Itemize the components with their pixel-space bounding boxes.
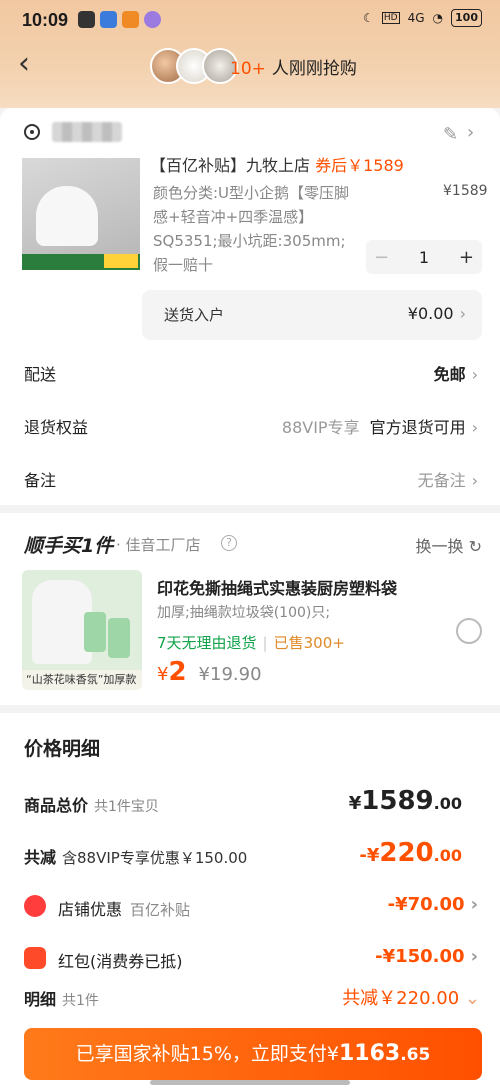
addon-item-sku: 加厚;抽绳款垃圾袋(100)只; — [157, 605, 331, 621]
redpack-label: 红包(消费券已抵) — [58, 952, 183, 971]
home-indicator[interactable] — [150, 1080, 350, 1085]
total-label: 商品总价 共1件宝贝 — [24, 796, 159, 815]
delivery-value: ¥0.00 › — [407, 304, 466, 323]
wifi-icon: ◔ — [432, 11, 444, 25]
roll-graphic — [84, 612, 106, 652]
edit-address-icon[interactable]: ✎ — [443, 124, 458, 145]
notification-icon — [78, 11, 95, 28]
back-arrow-icon[interactable]: ‹ — [18, 49, 30, 79]
shop-coupon-icon — [24, 895, 46, 917]
sold-tag: 已售300+ — [273, 634, 345, 652]
detail-row[interactable]: 明细 共1件 共减￥220.00 ⌄ — [0, 984, 500, 1012]
addon-select-radio[interactable] — [456, 618, 482, 644]
chevron-right-icon: › — [470, 946, 478, 967]
buying-text: 人刚刚抢购 — [271, 59, 357, 79]
chevron-right-icon: › — [459, 304, 466, 323]
status-time: 10:09 — [22, 10, 69, 30]
shipping-value: 免邮 › — [433, 365, 478, 384]
quantity-stepper: − 1 + — [366, 240, 482, 274]
addon-title: 顺手买1件 — [24, 535, 114, 557]
vip-badge: 88VIP专享 — [281, 418, 360, 437]
addon-shop[interactable]: · 佳音工厂店 — [116, 534, 201, 555]
redpack-row[interactable]: 红包(消费券已抵) -¥150.00 › — [0, 944, 500, 974]
product-title-text: 【百亿补贴】九牧上店 — [150, 156, 311, 175]
return-tag: 7天无理由退货 — [157, 634, 257, 652]
addon-price: ¥2 ¥19.90 — [157, 657, 262, 687]
chevron-right-icon: › — [471, 365, 478, 384]
returns-row[interactable]: 退货权益 88VIP专享 官方退货可用 › — [0, 411, 500, 441]
video-app-icon — [100, 11, 117, 28]
red-packet-icon — [24, 947, 46, 969]
chevron-right-icon[interactable]: › — [467, 122, 474, 143]
original-price: ¥19.90 — [198, 664, 262, 685]
product-title-price: 券后￥1589 — [315, 156, 404, 175]
nav-bar: ‹ 10+ 人刚刚抢购 — [0, 44, 500, 88]
increase-button[interactable]: + — [459, 247, 474, 268]
delivery-label: 送货入户 — [164, 306, 225, 324]
shop-coupon-value: -¥70.00 › — [387, 894, 478, 915]
addon-item-title[interactable]: 印花免撕抽绳式实惠装厨房塑料袋 — [157, 575, 397, 599]
buyer-avatars — [150, 48, 238, 84]
shipping-row[interactable]: 配送 免邮 › — [0, 358, 500, 388]
chevron-down-icon: ⌄ — [464, 988, 480, 1009]
price-detail-title: 价格明细 — [24, 738, 101, 760]
address-blurred[interactable] — [52, 122, 122, 142]
bag-graphic — [32, 580, 92, 664]
detail-value: 共减￥220.00 ⌄ — [342, 988, 480, 1009]
product-image[interactable] — [22, 158, 140, 270]
buying-count: 10+ — [230, 59, 266, 79]
image-price-tag — [104, 254, 138, 268]
top-header: 10:09 ☾ HD 4G ◔ 100 ‹ 10+ 人刚刚抢购 — [0, 0, 500, 108]
refresh-icon: ↻ — [468, 537, 482, 556]
status-bar: 10:09 ☾ HD 4G ◔ 100 — [0, 0, 500, 40]
discount-label: 共减 含88VIP专享优惠￥150.00 — [24, 848, 248, 867]
chevron-right-icon: › — [471, 418, 478, 437]
quantity-value[interactable]: 1 — [419, 248, 429, 267]
shop-coupon-row[interactable]: 店铺优惠 百亿补贴 -¥70.00 › — [0, 892, 500, 922]
discount-value: -¥220.00 — [359, 838, 462, 868]
product-price: ¥1589 — [443, 183, 488, 199]
detail-label: 明细 共1件 — [24, 990, 99, 1009]
note-label: 备注 — [24, 471, 57, 490]
network-label: 4G — [407, 11, 425, 25]
moon-icon: ☾ — [363, 11, 374, 25]
delivery-option[interactable]: 送货入户 ¥0.00 › — [142, 290, 482, 340]
help-icon[interactable]: ? — [221, 535, 237, 551]
returns-label: 退货权益 — [24, 418, 89, 437]
product-sku: 颜色分类:U型小企鹅【零压脚感+轻音冲+四季温感】SQ5351;最小坑距:305… — [153, 184, 350, 250]
pay-button[interactable]: 已享国家补贴15%，立即支付¥1163.65 — [24, 1028, 482, 1080]
addon-tags: 7天无理由退货 | 已售300+ — [157, 634, 345, 652]
swap-button[interactable]: 换一换 ↻ — [415, 533, 482, 557]
roll-graphic — [108, 618, 130, 658]
note-value: 无备注 › — [417, 471, 478, 490]
redpack-value: -¥150.00 › — [375, 946, 478, 967]
toilet-graphic — [36, 186, 98, 246]
total-value: ¥1589.00 — [348, 786, 462, 816]
buying-notice: 10+ 人刚刚抢购 — [230, 54, 357, 79]
decrease-button[interactable]: − — [374, 247, 389, 268]
shipping-label: 配送 — [24, 365, 57, 384]
product-title[interactable]: 【百亿补贴】九牧上店 券后￥1589 — [150, 152, 404, 176]
hd-icon: HD — [381, 12, 400, 24]
shop-coupon-label: 店铺优惠 百亿补贴 — [58, 900, 191, 919]
battery-icon: 100 — [451, 9, 482, 27]
chevron-right-icon: › — [471, 471, 478, 490]
total-row: 商品总价 共1件宝贝 ¥1589.00 — [0, 786, 500, 820]
note-row[interactable]: 备注 无备注 › — [0, 464, 500, 494]
location-icon — [24, 124, 40, 140]
returns-value: 88VIP专享 官方退货可用 › — [281, 418, 478, 437]
chevron-right-icon: › — [470, 894, 478, 915]
guarantee-label: 假一赔十 — [153, 256, 214, 274]
image-label: “山茶花味香氛”加厚款 — [22, 670, 142, 690]
addon-image[interactable]: “山茶花味香氛”加厚款 — [22, 570, 142, 690]
shopping-app-icon — [122, 11, 139, 28]
status-right: ☾ HD 4G ◔ 100 — [363, 9, 482, 27]
pinwheel-app-icon — [144, 11, 161, 28]
notification-icons — [78, 11, 161, 28]
discount-row: 共减 含88VIP专享优惠￥150.00 -¥220.00 — [0, 838, 500, 872]
